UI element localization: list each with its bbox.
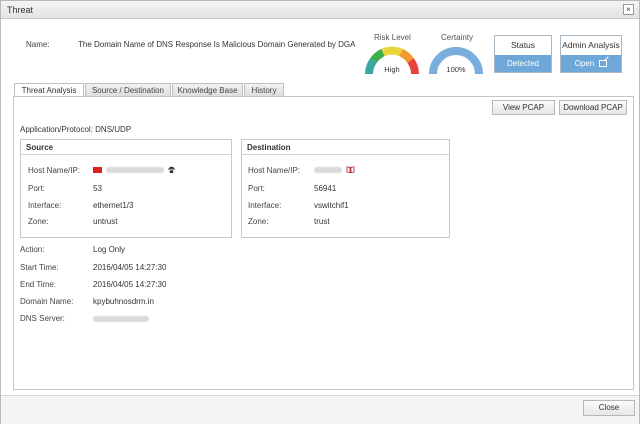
dialog-footer xyxy=(1,395,639,424)
source-zone-label: Zone: xyxy=(28,217,49,226)
source-interface-label: Interface: xyxy=(28,201,62,210)
source-interface-value: ethernet1/3 xyxy=(93,201,134,210)
destination-interface-value: vswitchif1 xyxy=(314,201,349,210)
status-box: Status Detected xyxy=(494,35,552,73)
risk-level-value: High xyxy=(384,65,400,74)
window-title: Threat xyxy=(7,5,34,15)
destination-host-value xyxy=(314,165,355,174)
close-icon[interactable]: × xyxy=(623,4,634,15)
source-box: Source xyxy=(20,139,232,238)
source-port-value: 53 xyxy=(93,184,102,193)
destination-port-label: Port: xyxy=(248,184,265,193)
admin-analysis-value: Open xyxy=(574,59,595,68)
tab-history[interactable]: History xyxy=(244,83,284,97)
destination-title: Destination xyxy=(242,140,449,155)
dns-server-label: DNS Server: xyxy=(20,314,65,323)
destination-zone-label: Zone: xyxy=(248,217,269,226)
domain-name-label: Domain Name: xyxy=(20,297,74,306)
source-zone-value: untrust xyxy=(93,217,118,226)
certainty-value: 100% xyxy=(446,65,466,74)
certainty-label: Certainty xyxy=(441,33,474,42)
admin-analysis-box: Admin Analysis Open xyxy=(560,35,622,73)
application-protocol: Application/Protocol: DNS/UDP xyxy=(20,125,132,134)
end-time-value: 2016/04/05 14:27:30 xyxy=(93,280,167,289)
dns-server-value xyxy=(93,314,149,323)
source-ip-redacted xyxy=(106,166,164,173)
start-time-label: Start Time: xyxy=(20,263,59,272)
download-pcap-button[interactable]: Download PCAP xyxy=(559,100,627,115)
source-title: Source xyxy=(21,140,231,155)
source-host-value xyxy=(93,165,175,174)
status-label: Status xyxy=(510,40,536,50)
domain-name-value: kpybuhnosdrm.in xyxy=(93,297,154,306)
destination-port-value: 56941 xyxy=(314,184,337,193)
tab-source-destination[interactable]: Source / Destination xyxy=(85,83,171,97)
tab-knowledge-base[interactable]: Knowledge Base xyxy=(172,83,243,97)
edit-icon xyxy=(599,60,608,67)
destination-host-label: Host Name/IP: xyxy=(248,166,301,175)
action-label: Action: xyxy=(20,245,45,254)
source-port-label: Port: xyxy=(28,184,45,193)
dns-server-redacted xyxy=(93,315,149,322)
source-host-label: Host Name/IP: xyxy=(28,166,81,175)
risk-level-label: Risk Level xyxy=(374,33,411,42)
status-value: Detected xyxy=(495,55,551,72)
start-time-value: 2016/04/05 14:27:30 xyxy=(93,263,167,272)
destination-ip-redacted xyxy=(314,166,342,173)
admin-analysis-open-button[interactable]: Open xyxy=(561,55,621,72)
destination-zone-value: trust xyxy=(314,217,330,226)
threat-name-value: The Domain Name of DNS Response Is Malic… xyxy=(78,40,356,49)
end-time-label: End Time: xyxy=(20,280,57,289)
threat-dialog: Threat × Name: The Domain Name of DNS Re… xyxy=(0,0,640,424)
destination-box: Destination xyxy=(241,139,450,238)
china-flag-icon xyxy=(93,166,102,173)
admin-analysis-label: Admin Analysis xyxy=(562,40,620,50)
title-bar: Threat × xyxy=(1,1,639,19)
book-icon xyxy=(346,166,355,174)
view-pcap-button[interactable]: View PCAP xyxy=(492,100,555,115)
action-value: Log Only xyxy=(93,245,126,254)
threat-name-label: Name: xyxy=(26,40,50,49)
close-button[interactable]: Close xyxy=(583,400,635,416)
destination-interface-label: Interface: xyxy=(248,201,282,210)
hacker-icon xyxy=(168,167,175,174)
